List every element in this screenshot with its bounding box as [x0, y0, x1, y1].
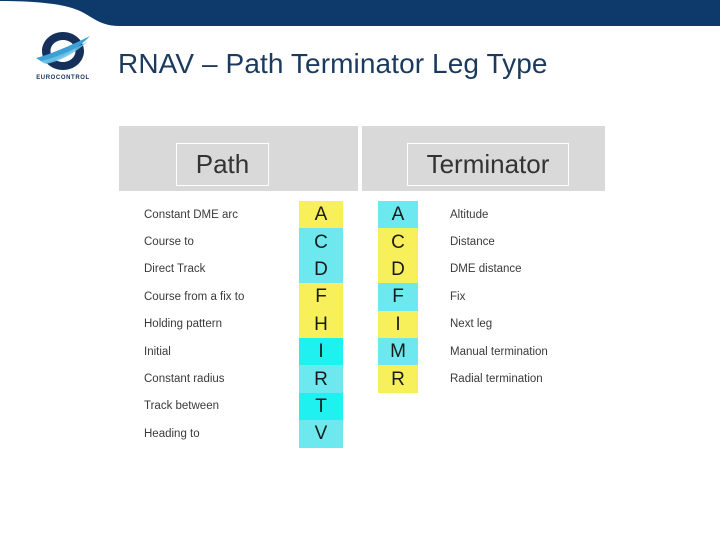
path-column-header: Path	[176, 143, 269, 186]
terminator-row: Next leg	[450, 311, 650, 338]
path-row: Initial	[144, 338, 294, 365]
path-label: Course to	[144, 236, 194, 249]
terminator-row: Radial termination	[450, 365, 650, 392]
terminator-code-cell: I	[378, 310, 418, 338]
terminator-label: Next leg	[450, 318, 493, 331]
path-code-cell: V	[299, 420, 343, 448]
terminator-code-cell: D	[378, 255, 418, 284]
terminator-code-cell: M	[378, 337, 418, 366]
terminator-row: Manual termination	[450, 338, 650, 365]
terminator-label: Altitude	[450, 208, 489, 221]
terminator-row: DME distance	[450, 256, 650, 283]
terminator-code-cell: F	[378, 283, 418, 311]
terminator-label: Manual termination	[450, 345, 548, 358]
path-row: Course to	[144, 228, 294, 255]
path-row: Track between	[144, 393, 294, 420]
path-code-cell: F	[299, 283, 343, 311]
path-row: Heading to	[144, 420, 294, 447]
path-code-cell: H	[299, 310, 343, 338]
terminator-label: Fix	[450, 290, 466, 303]
path-row: Constant radius	[144, 365, 294, 392]
path-code-cell: R	[299, 365, 343, 393]
path-label: Initial	[144, 345, 171, 358]
eurocontrol-logo-icon	[36, 32, 90, 70]
terminator-label: DME distance	[450, 263, 522, 276]
path-terminator-table: Constant DME arc Course to Direct Track Cou…	[0, 201, 720, 461]
terminator-header-band: Terminator	[362, 126, 605, 191]
terminator-row: Fix	[450, 283, 650, 310]
top-banner	[0, 0, 720, 26]
path-row: Holding pattern	[144, 311, 294, 338]
path-row: Course from a fix to	[144, 283, 294, 310]
terminator-code-cell: C	[378, 228, 418, 256]
path-label-column: Constant DME arc Course to Direct Track Cou…	[144, 201, 294, 448]
path-code-cell: D	[299, 255, 343, 284]
terminator-label-column: Altitude Distance DME distance Fix Next leg M…	[450, 201, 650, 393]
path-code-cell: A	[299, 201, 343, 229]
path-label: Course from a fix to	[144, 290, 245, 303]
terminator-label: Radial termination	[450, 373, 543, 386]
path-code-cell: I	[299, 337, 343, 366]
terminator-code-column: ACDFIMR	[378, 201, 418, 393]
path-label: Holding pattern	[144, 318, 222, 331]
path-code-column: ACDFHIRTV	[299, 201, 343, 448]
terminator-row: Altitude	[450, 201, 650, 228]
terminator-label: Distance	[450, 236, 495, 249]
path-row: Direct Track	[144, 256, 294, 283]
path-label: Heading to	[144, 427, 200, 440]
path-label: Constant DME arc	[144, 208, 238, 221]
terminator-column-header: Terminator	[407, 143, 569, 186]
path-header-band: Path	[119, 126, 358, 191]
page-title: RNAV – Path Terminator Leg Type	[118, 48, 548, 79]
path-row: Constant DME arc	[144, 201, 294, 228]
path-label: Constant radius	[144, 373, 225, 386]
terminator-code-cell: R	[378, 365, 418, 393]
terminator-row: Distance	[450, 228, 650, 255]
logo-wordmark: EUROCONTROL	[36, 75, 90, 81]
path-label: Direct Track	[144, 263, 206, 276]
path-code-cell: C	[299, 228, 343, 256]
path-code-cell: T	[299, 392, 343, 421]
path-label: Track between	[144, 400, 219, 413]
eurocontrol-logo: EUROCONTROL	[26, 28, 100, 88]
terminator-code-cell: A	[378, 201, 418, 229]
